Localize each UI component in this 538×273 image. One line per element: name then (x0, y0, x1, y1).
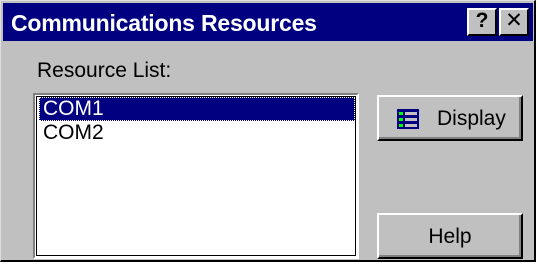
list-item-com1[interactable]: COM1 (39, 97, 355, 121)
title-close-button[interactable]: ✕ (499, 8, 529, 36)
help-button-label: Help (428, 225, 472, 248)
display-button[interactable]: Display (377, 95, 523, 141)
resource-list-label: Resource List: (37, 59, 172, 82)
list-item-com2[interactable]: COM2 (39, 121, 104, 145)
display-button-label: Display (437, 107, 506, 130)
resource-listbox[interactable]: COM1 COM2 (33, 93, 359, 259)
communications-resources-dialog: Communications Resources ? ✕ Resource Li… (0, 0, 536, 262)
title-bar[interactable]: Communications Resources ? ✕ (3, 3, 533, 41)
help-button[interactable]: Help (377, 213, 523, 259)
title-help-button[interactable]: ? (467, 8, 497, 36)
window-title: Communications Resources (11, 10, 317, 36)
list-display-icon (397, 109, 419, 129)
